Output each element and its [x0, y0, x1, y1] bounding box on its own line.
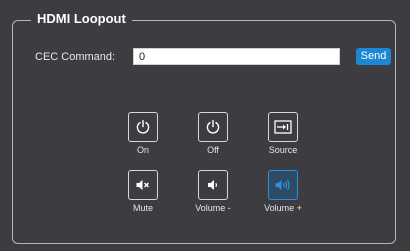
on-label: On — [136, 145, 149, 155]
on-button[interactable] — [128, 112, 158, 142]
on-control: On — [113, 112, 173, 156]
source-label: Source — [268, 145, 298, 155]
volume-down-control: Volume - — [183, 170, 243, 214]
power-icon — [206, 119, 220, 134]
cec-command-input[interactable] — [133, 48, 340, 65]
source-input-icon — [274, 120, 292, 134]
mute-label: Mute — [132, 203, 153, 213]
source-button[interactable] — [268, 112, 298, 142]
off-label: Off — [207, 145, 219, 155]
volume-up-label: Volume + — [264, 203, 302, 213]
volume-down-button[interactable] — [198, 170, 228, 200]
volume-up-button[interactable] — [268, 170, 298, 200]
cec-command-label: CEC Command: — [35, 51, 116, 63]
volume-up-icon — [275, 179, 290, 191]
volume-down-label: Volume - — [195, 203, 231, 213]
power-icon — [136, 119, 150, 134]
mute-control: Mute — [113, 170, 173, 214]
off-control: Off — [183, 112, 243, 156]
mute-button[interactable] — [128, 170, 158, 200]
panel-title: HDMI Loopout — [31, 11, 132, 27]
source-control: Source — [253, 112, 313, 156]
off-button[interactable] — [198, 112, 228, 142]
volume-down-icon — [208, 180, 217, 190]
volume-up-control: Volume + — [253, 170, 313, 214]
speaker-mute-icon — [136, 180, 149, 190]
send-button[interactable]: Send — [356, 48, 391, 65]
